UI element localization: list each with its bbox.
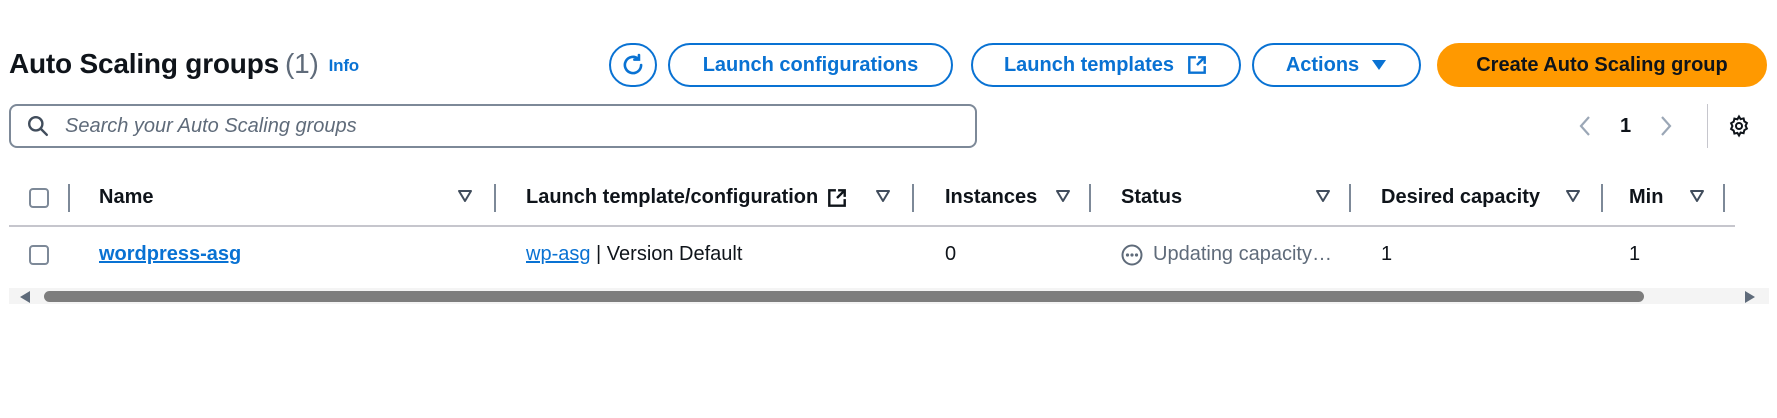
column-header-label: Launch template/configuration	[526, 186, 819, 208]
column-header-label: Name	[99, 186, 154, 208]
search-input[interactable]	[63, 113, 947, 139]
external-link-icon	[1188, 56, 1206, 74]
pager-divider	[1707, 104, 1708, 148]
column-header-min[interactable]: Min	[1629, 170, 1663, 225]
column-header-instances[interactable]: Instances	[945, 170, 1037, 225]
launch-configurations-button[interactable]: Launch configurations	[668, 43, 953, 87]
preferences-button[interactable]	[1727, 114, 1751, 143]
sort-icon[interactable]	[1055, 188, 1071, 204]
row-select-cell	[29, 227, 49, 282]
column-resizer[interactable]	[912, 184, 914, 212]
create-label: Create Auto Scaling group	[1476, 53, 1728, 76]
search-box	[9, 104, 977, 148]
column-header-status[interactable]: Status	[1121, 170, 1182, 225]
column-header-name[interactable]: Name	[99, 170, 153, 225]
column-resizer[interactable]	[1723, 184, 1725, 212]
scroll-thumb[interactable]	[44, 291, 1644, 302]
status-text: Updating capacity…	[1153, 243, 1332, 265]
pagination: 1	[1578, 104, 1673, 148]
search-icon	[27, 115, 49, 137]
sort-icon[interactable]	[1565, 188, 1581, 204]
column-header-desired-capacity[interactable]: Desired capacity	[1381, 170, 1540, 225]
column-resizer[interactable]	[68, 184, 70, 212]
refresh-button[interactable]	[609, 43, 657, 87]
status-cell: Updating capacity…	[1121, 227, 1332, 282]
status-pending-icon	[1121, 244, 1143, 265]
column-header-label: Instances	[945, 186, 1038, 208]
instances-value: 0	[945, 243, 957, 265]
min-value: 1	[1629, 243, 1641, 265]
auto-scaling-groups-table: Name Launch template/configuration Insta…	[9, 170, 1735, 282]
info-link[interactable]: Info	[329, 56, 360, 75]
select-all-cell	[29, 170, 49, 225]
launch-template-link[interactable]: wp-asg	[526, 243, 590, 266]
column-resizer[interactable]	[1089, 184, 1091, 212]
column-header-label: Status	[1121, 186, 1183, 208]
actions-button[interactable]: Actions	[1252, 43, 1421, 87]
launch-templates-label: Launch templates	[1003, 53, 1175, 76]
settings-icon	[1729, 114, 1749, 138]
horizontal-scrollbar[interactable]	[9, 288, 1769, 304]
table-row[interactable]: wordpress-asg wp-asg | Version Default 0…	[9, 227, 1735, 282]
group-count: (1)	[284, 48, 319, 79]
column-header-label: Min	[1629, 186, 1664, 208]
instances-cell: 0	[945, 227, 956, 282]
actions-label: Actions	[1285, 53, 1360, 76]
column-header-launch-template[interactable]: Launch template/configuration	[526, 170, 848, 225]
column-header-label: Desired capacity	[1381, 186, 1540, 208]
column-resizer[interactable]	[1601, 184, 1603, 212]
title-text: Auto Scaling groups	[9, 48, 279, 79]
page-header: Auto Scaling groups (1) Info Launch config…	[9, 40, 1769, 90]
caret-down-icon	[1372, 60, 1387, 70]
sort-icon[interactable]	[1689, 188, 1705, 204]
launch-configurations-label: Launch configurations	[702, 53, 919, 76]
sort-icon[interactable]	[1315, 188, 1331, 204]
refresh-icon	[623, 53, 643, 75]
external-link-icon	[828, 188, 847, 207]
launch-template-cell: wp-asg | Version Default	[526, 227, 742, 282]
sort-icon[interactable]	[875, 188, 891, 204]
desired-capacity-value: 1	[1381, 243, 1393, 265]
row-checkbox[interactable]	[29, 244, 49, 265]
current-page[interactable]: 1	[1620, 115, 1631, 138]
scroll-left-arrow[interactable]	[20, 291, 30, 303]
select-all-checkbox[interactable]	[29, 187, 49, 208]
chevron-right-icon[interactable]	[1659, 115, 1673, 137]
column-resizer[interactable]	[494, 184, 496, 212]
page-title: Auto Scaling groups (1) Info	[9, 48, 359, 80]
table-header: Name Launch template/configuration Insta…	[9, 170, 1735, 227]
group-name-link[interactable]: wordpress-asg	[99, 243, 241, 266]
name-cell: wordpress-asg	[99, 227, 241, 282]
launch-templates-button[interactable]: Launch templates	[971, 43, 1241, 87]
column-resizer[interactable]	[1349, 184, 1351, 212]
min-cell: 1	[1629, 227, 1640, 282]
create-auto-scaling-group-button[interactable]: Create Auto Scaling group	[1437, 43, 1767, 87]
template-version: | Version Default	[590, 243, 743, 265]
chevron-left-icon[interactable]	[1578, 115, 1592, 137]
desired-capacity-cell: 1	[1381, 227, 1392, 282]
scroll-right-arrow[interactable]	[1745, 291, 1755, 303]
sort-icon[interactable]	[457, 188, 473, 204]
